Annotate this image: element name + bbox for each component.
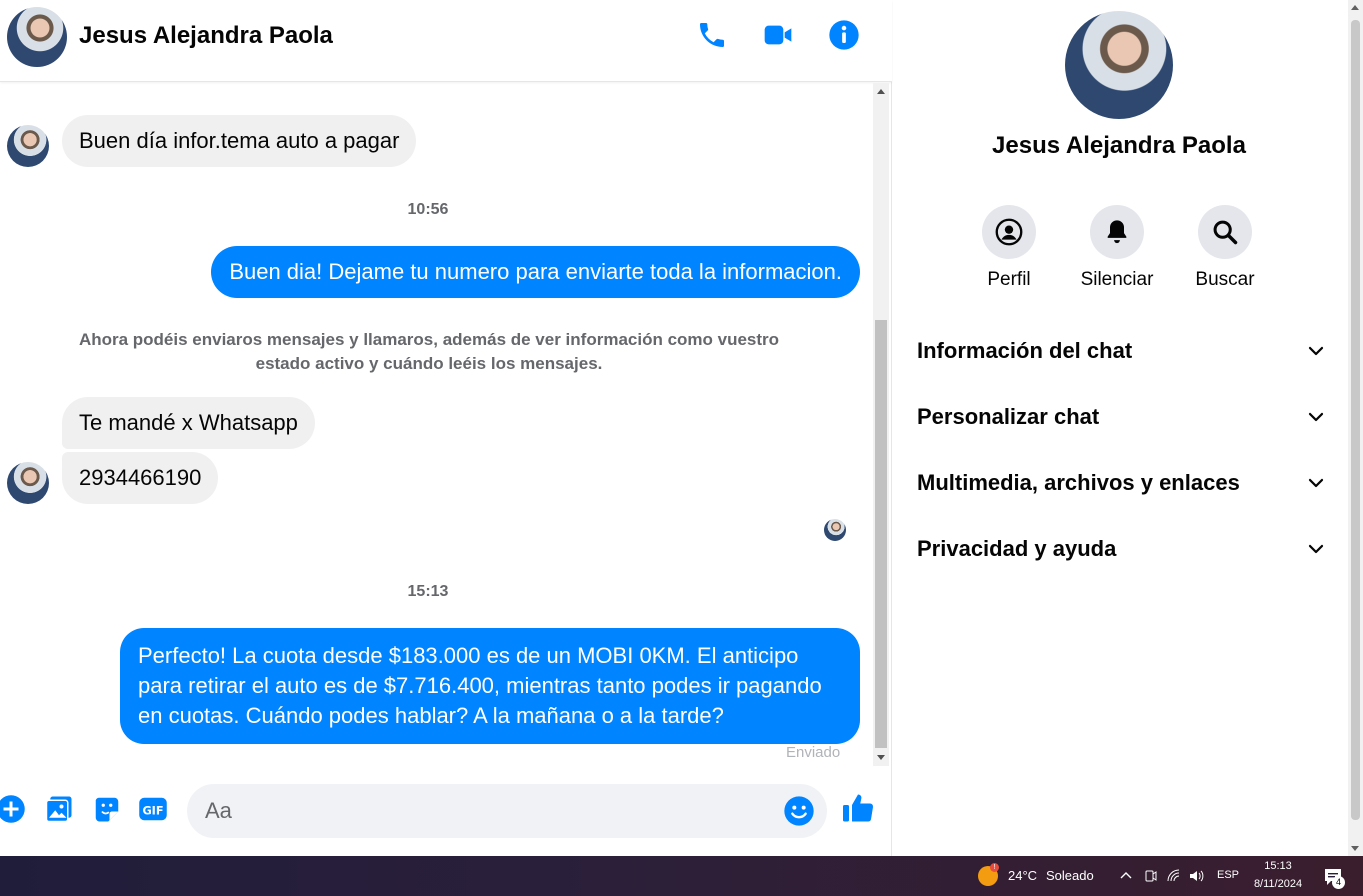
message-outgoing[interactable]: Perfecto! La cuota desde $183.000 es de … <box>120 628 860 744</box>
sender-avatar[interactable] <box>7 462 49 504</box>
message-incoming[interactable]: 2934466190 <box>62 452 219 504</box>
taskbar: ! 24°C Soleado ESP 15:13 8/11/2024 4 <box>0 856 1363 896</box>
meet-icon[interactable] <box>1143 868 1159 884</box>
section-media[interactable]: Multimedia, archivos y enlaces <box>917 462 1325 502</box>
section-chat-info[interactable]: Información del chat <box>917 330 1325 370</box>
gif-icon[interactable]: GIF <box>138 794 168 824</box>
mute-button[interactable]: Silenciar <box>1062 205 1172 291</box>
section-title: Información del chat <box>917 338 1133 363</box>
weather-condition[interactable]: Soleado <box>1046 868 1094 883</box>
chevron-down-icon <box>1308 346 1324 356</box>
wifi-icon[interactable] <box>1166 868 1182 884</box>
section-customize-chat[interactable]: Personalizar chat <box>917 396 1325 436</box>
scroll-down-arrow[interactable] <box>877 755 885 760</box>
profile-label: Perfil <box>987 269 1031 290</box>
contact-name[interactable]: Jesus Alejandra Paola <box>79 22 333 50</box>
composer: GIF <box>0 766 892 856</box>
contact-avatar[interactable] <box>7 7 67 67</box>
message-status: Enviado <box>786 744 841 761</box>
scroll-up-arrow[interactable] <box>1351 5 1359 10</box>
scroll-thumb[interactable] <box>875 320 887 748</box>
clock-date[interactable]: 8/11/2024 <box>1246 878 1310 890</box>
message-input[interactable] <box>205 784 775 838</box>
chevron-down-icon <box>1308 478 1324 488</box>
timestamp: 10:56 <box>407 201 449 218</box>
svg-text:GIF: GIF <box>142 805 163 818</box>
weather-alert-badge: ! <box>990 863 999 872</box>
video-camera-icon[interactable] <box>762 19 794 51</box>
volume-icon[interactable] <box>1188 868 1204 884</box>
mute-label: Silenciar <box>1080 269 1154 290</box>
message-list[interactable]: Buen día infor.tema auto a pagar 10:56 B… <box>0 83 872 766</box>
search-button[interactable]: Buscar <box>1170 205 1280 291</box>
search-icon <box>1213 220 1238 245</box>
weather-temp[interactable]: 24°C <box>1008 868 1037 883</box>
info-contact-name: Jesus Alejandra Paola <box>992 132 1246 159</box>
message-outgoing[interactable]: Buen dia! Dejame tu numero para enviarte… <box>211 246 860 298</box>
message-incoming[interactable]: Te mandé x Whatsapp <box>62 397 315 449</box>
clock-time[interactable]: 15:13 <box>1250 860 1306 872</box>
message-incoming[interactable]: Buen día infor.tema auto a pagar <box>62 115 417 167</box>
page-scrollbar[interactable] <box>1348 0 1363 856</box>
chat-pane: Jesus Alejandra Paola Buen día infor.tem… <box>0 0 892 856</box>
profile-icon <box>995 218 1023 246</box>
notification-count: 4 <box>1332 876 1345 889</box>
section-privacy[interactable]: Privacidad y ayuda <box>917 528 1325 568</box>
chevron-up-icon[interactable] <box>1118 868 1134 884</box>
language-indicator[interactable]: ESP <box>1217 869 1239 881</box>
plus-icon[interactable] <box>0 794 26 824</box>
timestamp: 15:13 <box>407 583 449 600</box>
system-notice: Ahora podéis enviaros mensajes y llamaro… <box>78 330 780 373</box>
messenger-app: Jesus Alejandra Paola Buen día infor.tem… <box>0 0 1363 856</box>
chat-header: Jesus Alejandra Paola <box>0 0 892 82</box>
bell-icon <box>1107 220 1127 244</box>
chevron-down-icon <box>1308 544 1324 554</box>
emoji-icon[interactable] <box>783 795 815 827</box>
chevron-down-icon <box>1308 412 1324 422</box>
chat-scrollbar[interactable] <box>873 83 889 766</box>
seen-avatar <box>824 519 846 541</box>
gallery-icon[interactable] <box>44 794 74 824</box>
scroll-thumb[interactable] <box>1351 20 1360 820</box>
scroll-up-arrow[interactable] <box>877 89 885 94</box>
section-title: Privacidad y ayuda <box>917 536 1117 561</box>
sender-avatar[interactable] <box>7 125 49 167</box>
info-avatar[interactable] <box>1065 11 1173 119</box>
info-icon[interactable] <box>828 19 860 51</box>
scroll-down-arrow[interactable] <box>1351 846 1359 851</box>
section-title: Personalizar chat <box>917 404 1100 429</box>
search-label: Buscar <box>1195 269 1255 290</box>
info-panel: Jesus Alejandra Paola Perfil Silenciar B… <box>893 0 1348 856</box>
profile-button[interactable]: Perfil <box>954 205 1064 291</box>
phone-icon[interactable] <box>696 19 728 51</box>
section-title: Multimedia, archivos y enlaces <box>917 470 1240 495</box>
thumbs-up-icon[interactable] <box>840 790 876 826</box>
sticker-icon[interactable] <box>92 794 122 824</box>
message-input-wrap[interactable] <box>187 784 827 838</box>
